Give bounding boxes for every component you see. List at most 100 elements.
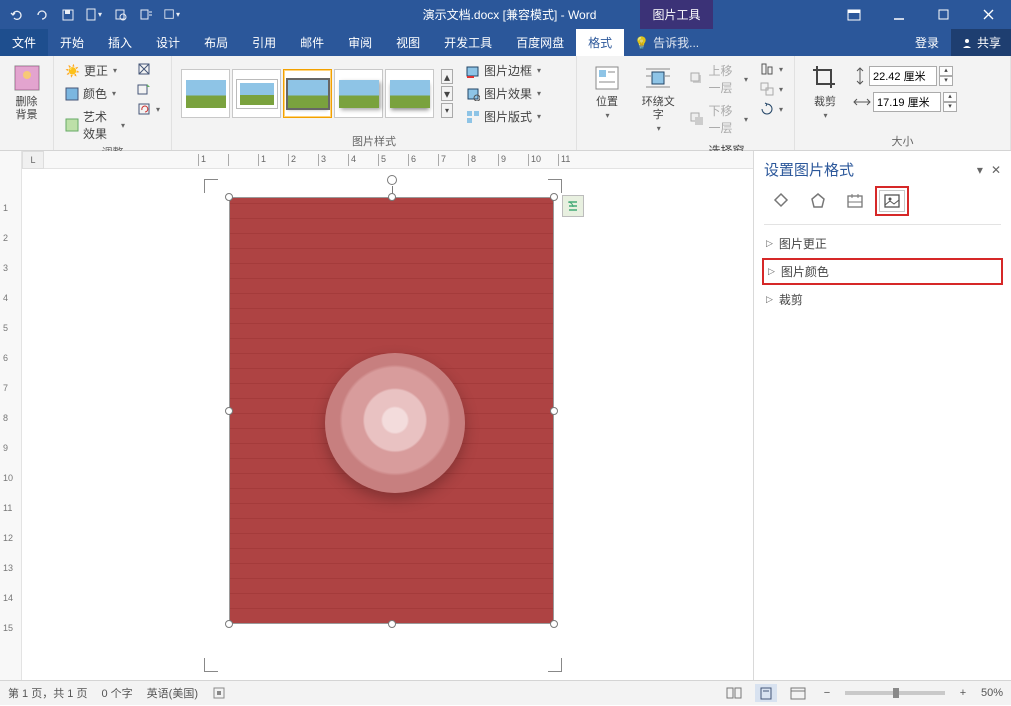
rotate-button[interactable]: ▾ xyxy=(757,100,786,118)
resize-handle-s[interactable] xyxy=(388,620,396,628)
share-button[interactable]: 共享 xyxy=(951,29,1011,56)
new-doc-icon[interactable]: ▾ xyxy=(86,7,102,23)
width-up[interactable]: ▴ xyxy=(943,92,957,102)
status-macro-icon[interactable] xyxy=(212,686,226,700)
tell-me-search[interactable]: 💡 告诉我... xyxy=(624,29,699,56)
login-button[interactable]: 登录 xyxy=(903,29,951,56)
status-word-count[interactable]: 0 个字 xyxy=(101,685,132,701)
lightbulb-icon: 💡 xyxy=(634,36,649,50)
resize-handle-sw[interactable] xyxy=(225,620,233,628)
align-button[interactable]: ▾ xyxy=(757,60,786,78)
picture-style-3[interactable] xyxy=(283,69,332,118)
height-down[interactable]: ▾ xyxy=(939,76,953,86)
tab-review[interactable]: 审阅 xyxy=(336,29,384,56)
corrections-button[interactable]: ☀️更正▾ xyxy=(62,60,128,81)
picture-border-button[interactable]: 图片边框▾ xyxy=(463,60,544,81)
pane-tab-layout[interactable] xyxy=(838,186,872,216)
status-language[interactable]: 英语(美国) xyxy=(147,685,198,701)
zoom-in-button[interactable]: + xyxy=(955,687,971,699)
ribbon-tabs: 文件 开始 插入 设计 布局 引用 邮件 审阅 视图 开发工具 百度网盘 格式 … xyxy=(0,29,1011,56)
reset-picture-button[interactable]: ▾ xyxy=(134,100,163,118)
pane-tab-picture[interactable] xyxy=(875,186,909,216)
resize-handle-se[interactable] xyxy=(550,620,558,628)
tab-design[interactable]: 设计 xyxy=(144,29,192,56)
sun-icon: ☀️ xyxy=(65,64,80,78)
width-down[interactable]: ▾ xyxy=(943,102,957,112)
pane-section-corrections[interactable]: ▷图片更正 xyxy=(754,231,1011,256)
pane-menu-icon[interactable]: ▾ xyxy=(977,163,983,177)
layout-options-button[interactable] xyxy=(562,195,584,217)
color-button[interactable]: 颜色▾ xyxy=(62,83,128,104)
style-gallery-more[interactable]: ▾ xyxy=(441,103,453,118)
zoom-level[interactable]: 50% xyxy=(981,687,1003,699)
minimize-button[interactable] xyxy=(876,0,921,29)
status-page[interactable]: 第 1 页，共 1 页 xyxy=(8,685,87,701)
resize-handle-w[interactable] xyxy=(225,407,233,415)
remove-background-button[interactable]: 删除背景 xyxy=(8,60,45,124)
picture-style-2[interactable] xyxy=(232,69,281,118)
format-picture-pane: 设置图片格式 ▾ ✕ ▷图片更正 ▷图片颜色 ▷裁剪 xyxy=(753,151,1011,680)
horizontal-ruler: 11234567891011 xyxy=(198,151,753,169)
share-icon xyxy=(961,37,973,49)
compress-pictures-button[interactable] xyxy=(134,60,163,78)
position-icon xyxy=(591,62,623,94)
tab-baidu[interactable]: 百度网盘 xyxy=(504,29,576,56)
tab-developer[interactable]: 开发工具 xyxy=(432,29,504,56)
tab-mailings[interactable]: 邮件 xyxy=(288,29,336,56)
document-pane[interactable] xyxy=(22,169,753,680)
zoom-slider[interactable] xyxy=(845,691,945,695)
height-input[interactable] xyxy=(869,66,937,86)
change-picture-button[interactable] xyxy=(134,80,163,98)
zoom-out-button[interactable]: − xyxy=(819,687,835,699)
redo-icon[interactable] xyxy=(34,7,50,23)
chevron-right-icon: ▷ xyxy=(768,266,775,277)
ribbon-display-icon[interactable] xyxy=(831,0,876,29)
tab-format[interactable]: 格式 xyxy=(576,29,624,56)
picture-style-1[interactable] xyxy=(181,69,230,118)
style-gallery-down[interactable]: ▾ xyxy=(441,86,453,101)
qat-more-icon[interactable]: ▾ xyxy=(164,7,180,23)
send-backward-button[interactable]: 下移一层▾ xyxy=(687,100,751,138)
selected-picture[interactable] xyxy=(229,197,554,624)
tab-insert[interactable]: 插入 xyxy=(96,29,144,56)
pane-close-icon[interactable]: ✕ xyxy=(991,163,1001,177)
bring-forward-button[interactable]: 上移一层▾ xyxy=(687,60,751,98)
tab-home[interactable]: 开始 xyxy=(48,29,96,56)
resize-handle-ne[interactable] xyxy=(550,193,558,201)
picture-style-5[interactable] xyxy=(385,69,434,118)
tab-references[interactable]: 引用 xyxy=(240,29,288,56)
width-icon xyxy=(853,95,871,109)
position-button[interactable]: 位置▾ xyxy=(585,60,629,124)
close-button[interactable] xyxy=(966,0,1011,29)
view-read-mode[interactable] xyxy=(723,684,745,702)
resize-handle-nw[interactable] xyxy=(225,193,233,201)
picture-style-4[interactable] xyxy=(334,69,383,118)
tab-layout[interactable]: 布局 xyxy=(192,29,240,56)
style-gallery-up[interactable]: ▴ xyxy=(441,69,453,84)
pane-tab-fill[interactable] xyxy=(764,186,798,216)
tab-view[interactable]: 视图 xyxy=(384,29,432,56)
artistic-effects-button[interactable]: 艺术效果▾ xyxy=(62,106,128,144)
rotate-handle[interactable] xyxy=(387,175,397,185)
save-icon[interactable] xyxy=(60,7,76,23)
height-up[interactable]: ▴ xyxy=(939,66,953,76)
picture-effects-button[interactable]: 图片效果▾ xyxy=(463,83,544,104)
undo-icon[interactable] xyxy=(8,7,24,23)
wrap-text-button[interactable]: 环绕文字▾ xyxy=(635,60,681,137)
pane-tab-effects[interactable] xyxy=(801,186,835,216)
width-input[interactable] xyxy=(873,92,941,112)
resize-handle-n[interactable] xyxy=(388,193,396,201)
group-button[interactable]: ▾ xyxy=(757,80,786,98)
tab-file[interactable]: 文件 xyxy=(0,29,48,56)
maximize-button[interactable] xyxy=(921,0,966,29)
resize-handle-e[interactable] xyxy=(550,407,558,415)
picture-layout-button[interactable]: 图片版式▾ xyxy=(463,106,544,127)
group-icon xyxy=(760,82,774,96)
print-preview-icon[interactable] xyxy=(112,7,128,23)
pane-section-crop[interactable]: ▷裁剪 xyxy=(754,287,1011,312)
view-print-layout[interactable] xyxy=(755,684,777,702)
view-web-layout[interactable] xyxy=(787,684,809,702)
pane-section-color[interactable]: ▷图片颜色 xyxy=(762,258,1003,285)
qat-extra-icon[interactable] xyxy=(138,7,154,23)
crop-button[interactable]: 裁剪▾ xyxy=(803,60,847,124)
